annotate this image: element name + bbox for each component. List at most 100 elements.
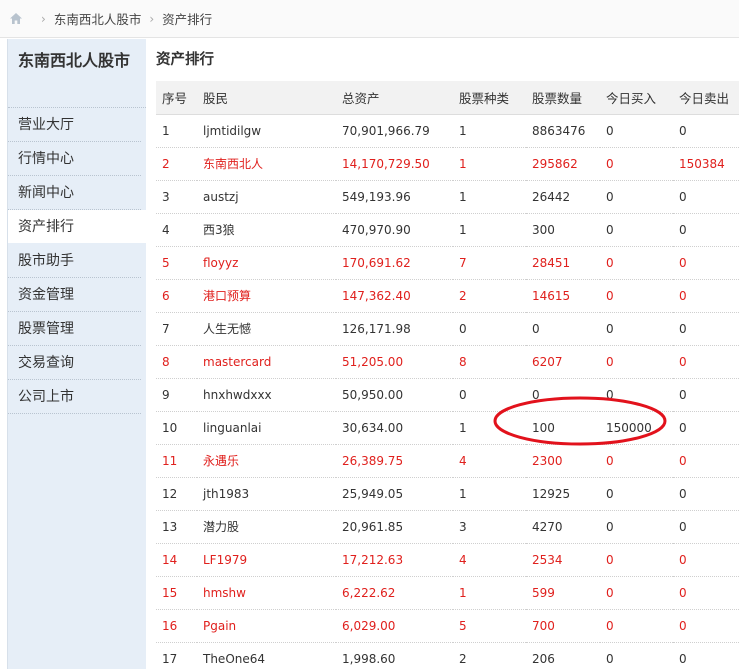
sell-cell: 0 xyxy=(673,312,739,346)
rank-cell: 3 xyxy=(156,180,197,214)
shares-cell: 2300 xyxy=(526,444,600,478)
shares-cell: 6207 xyxy=(526,345,600,379)
buy-cell: 0 xyxy=(600,114,673,148)
user-cell[interactable]: 人生无憾 xyxy=(197,312,336,346)
buy-cell: 0 xyxy=(600,147,673,181)
assets-cell: 51,205.00 xyxy=(336,345,453,379)
rank-cell: 11 xyxy=(156,444,197,478)
sell-cell: 0 xyxy=(673,642,739,669)
user-cell[interactable]: linguanlai xyxy=(197,411,336,445)
assets-cell: 6,029.00 xyxy=(336,609,453,643)
main-content: 资产排行 序号 股民 总资产 股票种类 股票数量 今日买入 今日卖出 1 ljmt… xyxy=(146,39,739,669)
assets-cell: 6,222.62 xyxy=(336,576,453,610)
buy-cell: 0 xyxy=(600,510,673,544)
column-header-rank: 序号 xyxy=(156,81,197,115)
kinds-cell: 4 xyxy=(453,543,526,577)
kinds-cell: 0 xyxy=(453,312,526,346)
column-header-kinds: 股票种类 xyxy=(453,81,526,115)
shares-cell: 14615 xyxy=(526,279,600,313)
shares-cell: 700 xyxy=(526,609,600,643)
breadcrumb-item-market[interactable]: 东南西北人股市 xyxy=(54,9,142,28)
column-header-buy: 今日买入 xyxy=(600,81,673,115)
shares-cell: 26442 xyxy=(526,180,600,214)
rank-cell: 17 xyxy=(156,642,197,669)
rank-cell: 13 xyxy=(156,510,197,544)
table-row: 8 mastercard 51,205.00 8 6207 0 0 xyxy=(156,345,739,379)
buy-cell: 0 xyxy=(600,246,673,280)
rank-cell: 5 xyxy=(156,246,197,280)
assets-cell: 26,389.75 xyxy=(336,444,453,478)
user-cell[interactable]: 东南西北人 xyxy=(197,147,336,181)
kinds-cell: 3 xyxy=(453,510,526,544)
breadcrumb-item-ranking[interactable]: 资产排行 xyxy=(162,9,212,28)
sidebar: 东南西北人股市 营业大厅 行情中心 新闻中心 资产排行 股市助手 资金管理 股票管理 交易查询… xyxy=(7,39,146,669)
user-cell[interactable]: mastercard xyxy=(197,345,336,379)
ranking-table: 序号 股民 总资产 股票种类 股票数量 今日买入 今日卖出 1 ljmtidilg… xyxy=(156,81,739,669)
rank-cell: 15 xyxy=(156,576,197,610)
user-cell[interactable]: LF1979 xyxy=(197,543,336,577)
kinds-cell: 1 xyxy=(453,114,526,148)
user-cell[interactable]: hmshw xyxy=(197,576,336,610)
rank-cell: 9 xyxy=(156,378,197,412)
sell-cell: 0 xyxy=(673,246,739,280)
user-cell[interactable]: floyyz xyxy=(197,246,336,280)
sell-cell: 0 xyxy=(673,378,739,412)
table-row: 7 人生无憾 126,171.98 0 0 0 0 xyxy=(156,312,739,346)
user-cell[interactable]: 潜力股 xyxy=(197,510,336,544)
user-cell[interactable]: TheOne64 xyxy=(197,642,336,669)
sell-cell: 0 xyxy=(673,114,739,148)
buy-cell: 150000 xyxy=(600,411,673,445)
sell-cell: 0 xyxy=(673,477,739,511)
shares-cell: 295862 xyxy=(526,147,600,181)
table-row: 4 西3狼 470,970.90 1 300 0 0 xyxy=(156,213,739,247)
buy-cell: 0 xyxy=(600,609,673,643)
chevron-right-icon: › xyxy=(149,11,155,26)
table-row: 6 港口预算 147,362.40 2 14615 0 0 xyxy=(156,279,739,313)
kinds-cell: 1 xyxy=(453,576,526,610)
user-cell[interactable]: hnxhwdxxx xyxy=(197,378,336,412)
assets-cell: 170,691.62 xyxy=(336,246,453,280)
breadcrumb: › 东南西北人股市 › 资产排行 xyxy=(0,0,739,38)
table-row: 13 潜力股 20,961.85 3 4270 0 0 xyxy=(156,510,739,544)
sidebar-item[interactable]: 资金管理 xyxy=(8,278,141,312)
assets-cell: 20,961.85 xyxy=(336,510,453,544)
assets-cell: 17,212.63 xyxy=(336,543,453,577)
sidebar-item[interactable]: 交易查询 xyxy=(8,346,141,380)
shares-cell: 300 xyxy=(526,213,600,247)
sidebar-item[interactable]: 股票管理 xyxy=(8,312,141,346)
assets-cell: 126,171.98 xyxy=(336,312,453,346)
table-row: 3 austzj 549,193.96 1 26442 0 0 xyxy=(156,180,739,214)
user-cell[interactable]: ljmtidilgw xyxy=(197,114,336,148)
sidebar-item[interactable]: 股市助手 xyxy=(8,244,141,278)
buy-cell: 0 xyxy=(600,642,673,669)
kinds-cell: 0 xyxy=(453,378,526,412)
sell-cell: 0 xyxy=(673,609,739,643)
sell-cell: 0 xyxy=(673,543,739,577)
shares-cell: 8863476 xyxy=(526,114,600,148)
home-icon[interactable] xyxy=(9,12,23,25)
sidebar-item[interactable]: 新闻中心 xyxy=(8,176,141,210)
user-cell[interactable]: 西3狼 xyxy=(197,213,336,247)
buy-cell: 0 xyxy=(600,576,673,610)
kinds-cell: 2 xyxy=(453,642,526,669)
kinds-cell: 1 xyxy=(453,147,526,181)
kinds-cell: 4 xyxy=(453,444,526,478)
sidebar-item[interactable]: 资产排行 xyxy=(8,210,146,244)
rank-cell: 10 xyxy=(156,411,197,445)
assets-cell: 14,170,729.50 xyxy=(336,147,453,181)
sell-cell: 0 xyxy=(673,345,739,379)
table-row: 10 linguanlai 30,634.00 1 100 150000 0 xyxy=(156,411,739,445)
assets-cell: 50,950.00 xyxy=(336,378,453,412)
sidebar-item[interactable]: 营业大厅 xyxy=(8,108,141,142)
assets-cell: 470,970.90 xyxy=(336,213,453,247)
assets-cell: 549,193.96 xyxy=(336,180,453,214)
sidebar-item[interactable]: 公司上市 xyxy=(8,380,141,414)
user-cell[interactable]: 港口预算 xyxy=(197,279,336,313)
user-cell[interactable]: austzj xyxy=(197,180,336,214)
user-cell[interactable]: jth1983 xyxy=(197,477,336,511)
user-cell[interactable]: 永遇乐 xyxy=(197,444,336,478)
shares-cell: 28451 xyxy=(526,246,600,280)
rank-cell: 16 xyxy=(156,609,197,643)
user-cell[interactable]: Pgain xyxy=(197,609,336,643)
sidebar-item[interactable]: 行情中心 xyxy=(8,142,141,176)
